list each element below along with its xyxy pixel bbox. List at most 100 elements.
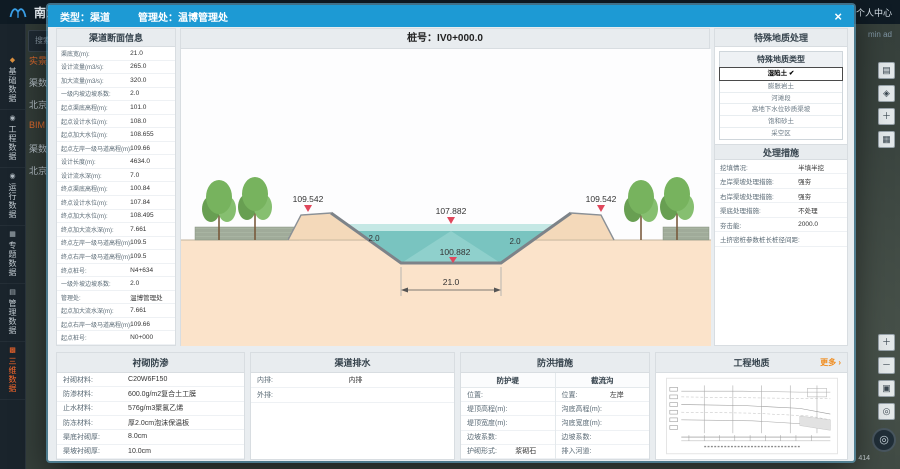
modal-type-label: 类型：渠道	[60, 9, 110, 24]
map-tool-button[interactable]: ◈	[878, 85, 895, 102]
row-label: 排入河道:	[556, 446, 592, 456]
compass-button[interactable]: ◎	[872, 428, 896, 452]
layer-list-fragments: 实景渠数北京BIM渠数北京	[29, 54, 47, 186]
flood-title: 防洪措施	[461, 353, 649, 373]
table-row: 起点桩号: N0+000	[57, 331, 175, 345]
map-tool-button[interactable]: ＋	[878, 108, 895, 125]
row-value: 576g/m3聚氯乙烯	[128, 403, 183, 413]
check-icon: ✔	[787, 70, 794, 77]
row-value: 浆砌石	[515, 446, 536, 456]
station-label: 桩号：IV0+000.0	[181, 29, 709, 49]
row-value: 7.661	[130, 307, 146, 314]
user-menu[interactable]: 个人中心	[856, 6, 892, 19]
sidebar-item[interactable]: ▤ 管理数据	[0, 284, 25, 342]
row-label: 起点渠底高程(m):	[57, 103, 108, 112]
geology-type-option[interactable]: 湿陷土 ✔	[720, 68, 842, 80]
row-label: 终点左岸一级马道高程(m):	[57, 238, 132, 247]
table-row: 内排: 内排	[251, 373, 454, 388]
table-row: 终点加大水位(m): 108.495	[57, 210, 175, 224]
row-value: 101.0	[130, 104, 146, 111]
geology-type-list: 湿陷土 ✔膨胀岩土河滩段高地下水位砂质渠坡饱和砂土采空区	[720, 68, 842, 139]
map-tool-button[interactable]: ▣	[878, 380, 895, 397]
table-row: 终点设计水位(m): 107.84	[57, 196, 175, 210]
geology-type-title: 特殊地质类型	[720, 52, 842, 68]
map-tools-bottom: ＋ － ▣ ◎	[878, 334, 895, 420]
row-label: 一级内坡边坡系数:	[57, 89, 111, 98]
layer-item-fragment[interactable]: 实景	[29, 54, 47, 67]
measures-title: 处理措施	[715, 144, 847, 160]
row-value: 2.0	[130, 90, 139, 97]
layer-item-fragment[interactable]: 渠数	[29, 142, 47, 155]
section-info-title: 渠道断面信息	[57, 29, 175, 47]
geology-type-option[interactable]: 河滩段	[720, 92, 842, 104]
table-row: 起点设计水位(m): 108.0	[57, 115, 175, 129]
sidebar-item-label: 三维数据	[7, 357, 18, 393]
admin-text-fragment: min ad	[868, 30, 892, 39]
geology-profile-thumbnail[interactable]	[666, 377, 838, 455]
sidebar-item[interactable]: ◆ 基础数据	[0, 52, 25, 110]
map-tool-button[interactable]: －	[878, 357, 895, 374]
row-value: 强夯	[798, 176, 811, 186]
sidebar-item-icon: ▤	[9, 289, 16, 297]
section-info-table: 渠底宽(m): 21.0 设计流量(m3/s): 265.0 加大流量(m3/s…	[57, 47, 175, 345]
table-row: 沟底高程(m):	[556, 402, 650, 416]
special-geology-panel: 特殊地质处理 特殊地质类型 湿陷土 ✔膨胀岩土河滩段高地下水位砂质渠坡饱和砂土采…	[714, 28, 848, 346]
geology-type-option[interactable]: 采空区	[720, 127, 842, 139]
more-link[interactable]: 更多 ›	[820, 353, 841, 373]
sidebar-item-label: 工程数据	[7, 125, 18, 161]
sidebar-item-icon: ◉	[9, 115, 15, 123]
left-sidebar: ◆ 基础数据 ◉ 工程数据 ◉ 运行数据 ▦ 专题数据 ▤ 管理数据 ▩ 三维数…	[0, 24, 26, 469]
water-level-label: 107.882	[436, 206, 467, 216]
sidebar-item[interactable]: ◉ 运行数据	[0, 168, 25, 226]
chevron-right-icon: ›	[838, 358, 841, 367]
row-value: 4634.0	[130, 158, 150, 165]
channel-detail-modal: 类型：渠道 管理处：温博管理处 × 渠道断面信息 渠底宽(m): 21.0 设计…	[48, 5, 854, 461]
row-label: 位置:	[556, 390, 578, 400]
close-icon[interactable]: ×	[834, 10, 842, 23]
map-tool-button[interactable]: ◎	[878, 403, 895, 420]
map-tools-top: ▤ ◈ ＋ ▦	[878, 62, 895, 148]
row-label: 设计长度(m):	[57, 157, 96, 166]
layer-item-fragment[interactable]: 北京	[29, 98, 47, 111]
sidebar-item[interactable]: ▩ 三维数据	[0, 342, 25, 400]
row-label: 终点桩号:	[57, 266, 87, 275]
geology-type-box: 特殊地质类型 湿陷土 ✔膨胀岩土河滩段高地下水位砂质渠坡饱和砂土采空区	[719, 51, 843, 140]
row-value: 不处理	[798, 205, 818, 215]
sidebar-item[interactable]: ▦ 专题数据	[0, 226, 25, 284]
flood-panel: 防洪措施 防护堤 位置: 堤顶高程(m): 堤顶宽度(	[460, 352, 650, 460]
row-label: 渠底衬砌厚:	[57, 432, 100, 442]
layer-item-fragment[interactable]: 北京	[29, 164, 47, 177]
row-value: 8.0cm	[128, 433, 147, 440]
layer-item-fragment[interactable]: BIM	[29, 120, 47, 133]
row-value: 内排	[348, 375, 362, 385]
lining-title: 衬砌防渗	[57, 353, 244, 373]
drainage-title: 渠道排水	[251, 353, 454, 373]
table-row: 起点右岸一级马道高程(m): 109.66	[57, 318, 175, 332]
modal-office-label: 管理处：温博管理处	[138, 9, 228, 24]
row-label: 渠坡衬砌厚:	[57, 446, 100, 456]
row-value: 100.84	[130, 185, 150, 192]
table-row: 终点桩号: N4+634	[57, 264, 175, 278]
row-label: 渠底宽(m):	[57, 49, 90, 58]
map-tool-button[interactable]: ＋	[878, 334, 895, 351]
table-row: 止水材料: 576g/m3聚氯乙烯	[57, 402, 244, 416]
map-tool-button[interactable]: ▤	[878, 62, 895, 79]
row-value: 强夯	[798, 191, 811, 201]
row-label: 起点右岸一级马道高程(m):	[57, 320, 132, 329]
row-label: 终点渠底高程(m):	[57, 184, 108, 193]
geology-type-option[interactable]: 膨胀岩土	[720, 80, 842, 92]
row-label: 终点右岸一级马道高程(m):	[57, 252, 132, 261]
left-slope-label: 2.0	[368, 234, 380, 243]
geology-type-option[interactable]: 饱和砂土	[720, 115, 842, 127]
row-value: 108.0	[130, 118, 146, 125]
layer-item-fragment[interactable]: 渠数	[29, 76, 47, 89]
row-label: 渠底处理措施:	[715, 205, 761, 215]
geology-type-option[interactable]: 高地下水位砂质渠坡	[720, 103, 842, 115]
table-row: 边坡系数:	[556, 431, 650, 445]
map-tool-button[interactable]: ▦	[878, 131, 895, 148]
row-label: 加大流量(m3/s):	[57, 76, 104, 85]
row-value: 厚2.0cm泡沫保温板	[128, 418, 189, 428]
sidebar-item[interactable]: ◉ 工程数据	[0, 110, 25, 168]
intercept-ditch-title: 截流沟	[556, 373, 650, 388]
table-row: 位置: 左岸	[556, 388, 650, 402]
